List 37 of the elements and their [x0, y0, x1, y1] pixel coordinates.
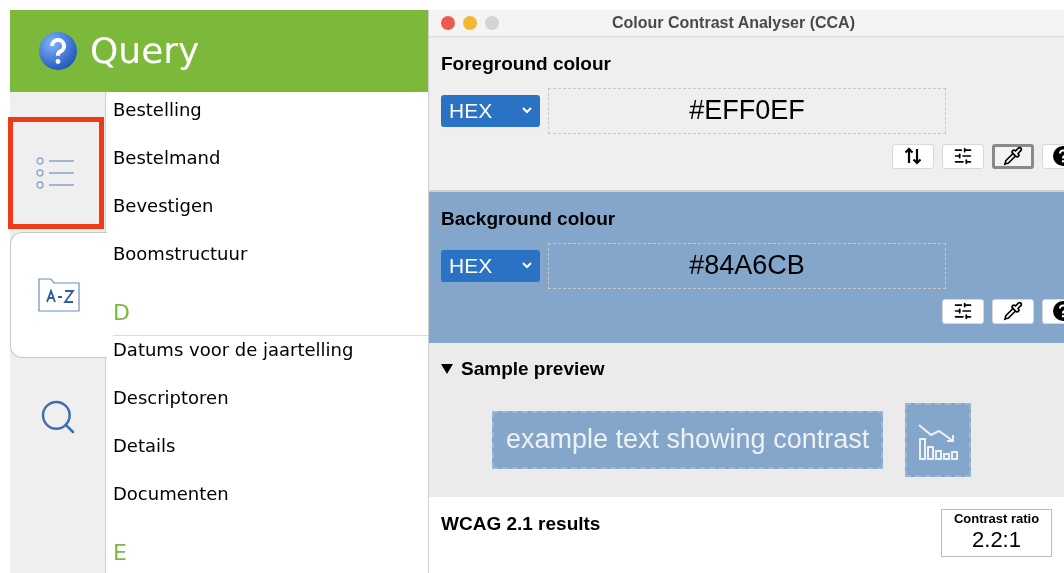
- sidebar-tab[interactable]: [8, 117, 104, 229]
- letter-heading: E: [113, 528, 428, 573]
- index-item[interactable]: Boomstructuur: [113, 240, 428, 288]
- sliders-icon: [953, 301, 973, 321]
- chevron-icon: [522, 262, 532, 269]
- close-button[interactable]: [441, 16, 455, 30]
- colour-input[interactable]: #84A6CB: [548, 242, 946, 289]
- index-item[interactable]: Descriptoren: [113, 384, 428, 432]
- index-item[interactable]: Datums voor de jaartelling: [113, 336, 428, 384]
- window-title: Colour Contrast Analyser (CCA): [612, 13, 855, 33]
- section-heading: Foreground colour: [441, 52, 612, 76]
- eyedropper-icon: [1003, 146, 1023, 166]
- index-item[interactable]: Bevestigen: [113, 192, 428, 240]
- folder-icon: [38, 278, 80, 312]
- colour-input[interactable]: #EFF0EF: [548, 87, 946, 134]
- section-heading: Background colour: [441, 207, 617, 231]
- chevron-icon: [522, 107, 532, 114]
- index-item[interactable]: Bestelmand: [113, 144, 428, 192]
- list-icon: [36, 156, 76, 190]
- triangle-icon: [441, 364, 453, 375]
- swap-icon: [904, 147, 922, 165]
- format-select[interactable]: HEX: [441, 249, 540, 282]
- preview-toggle[interactable]: Sample preview: [441, 355, 1064, 384]
- eyedropper-icon: [1003, 301, 1023, 321]
- results-heading: WCAG 2.1 results: [441, 512, 601, 536]
- help-icon: [38, 31, 78, 71]
- index-item[interactable]: Details: [113, 432, 428, 480]
- ratio-value: 2.2:1: [972, 528, 1021, 552]
- app-title: Query: [90, 29, 200, 73]
- index-item[interactable]: Bestelling: [113, 96, 428, 144]
- index-item[interactable]: Documenten: [113, 480, 428, 528]
- letter-heading: D: [113, 288, 428, 336]
- format-select[interactable]: HEX: [441, 94, 540, 127]
- ratio-label: Contrast ratio: [953, 510, 1040, 528]
- tool-button[interactable]: [992, 143, 1034, 169]
- sample-text: example text showing contrast: [492, 410, 884, 469]
- sliders-icon: [953, 146, 973, 166]
